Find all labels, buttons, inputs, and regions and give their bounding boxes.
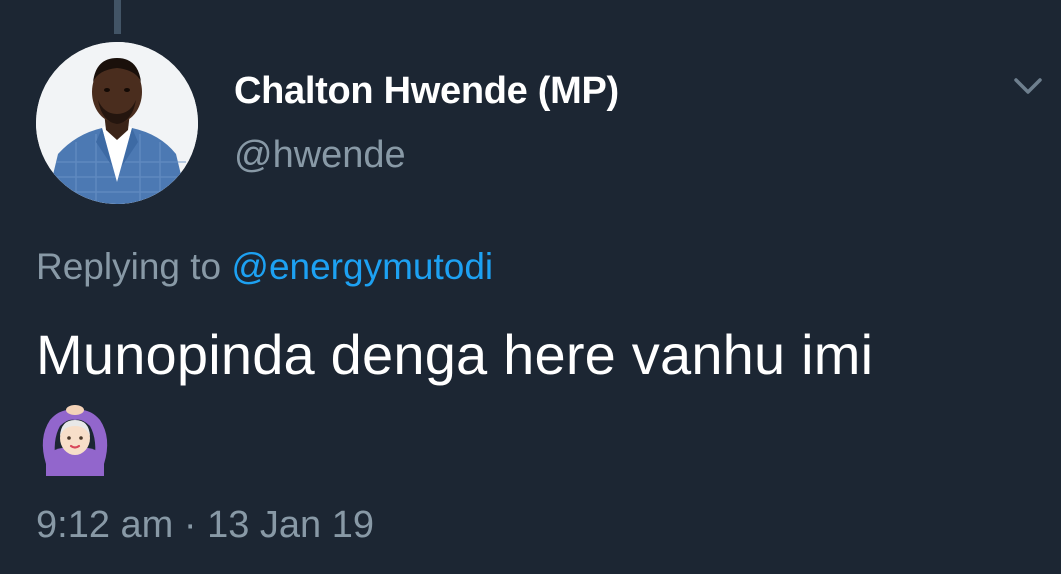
chevron-down-icon[interactable]	[1008, 70, 1048, 100]
reply-mention-link[interactable]: @energymutodi	[231, 246, 493, 287]
tweet-text: Munopinda denga here vanhu imi	[36, 323, 874, 386]
avatar[interactable]	[36, 42, 198, 204]
thread-connector-line	[114, 0, 121, 34]
replying-to-line: Replying to @energymutodi	[36, 246, 493, 288]
author-handle[interactable]: @hwende	[234, 134, 406, 177]
tweet-timestamp[interactable]: 9:12 am · 13 Jan 19	[36, 504, 374, 547]
author-display-name[interactable]: Chalton Hwende (MP)	[234, 70, 619, 113]
replying-to-label: Replying to	[36, 246, 222, 287]
person-gesturing-ok-emoji	[36, 404, 114, 476]
